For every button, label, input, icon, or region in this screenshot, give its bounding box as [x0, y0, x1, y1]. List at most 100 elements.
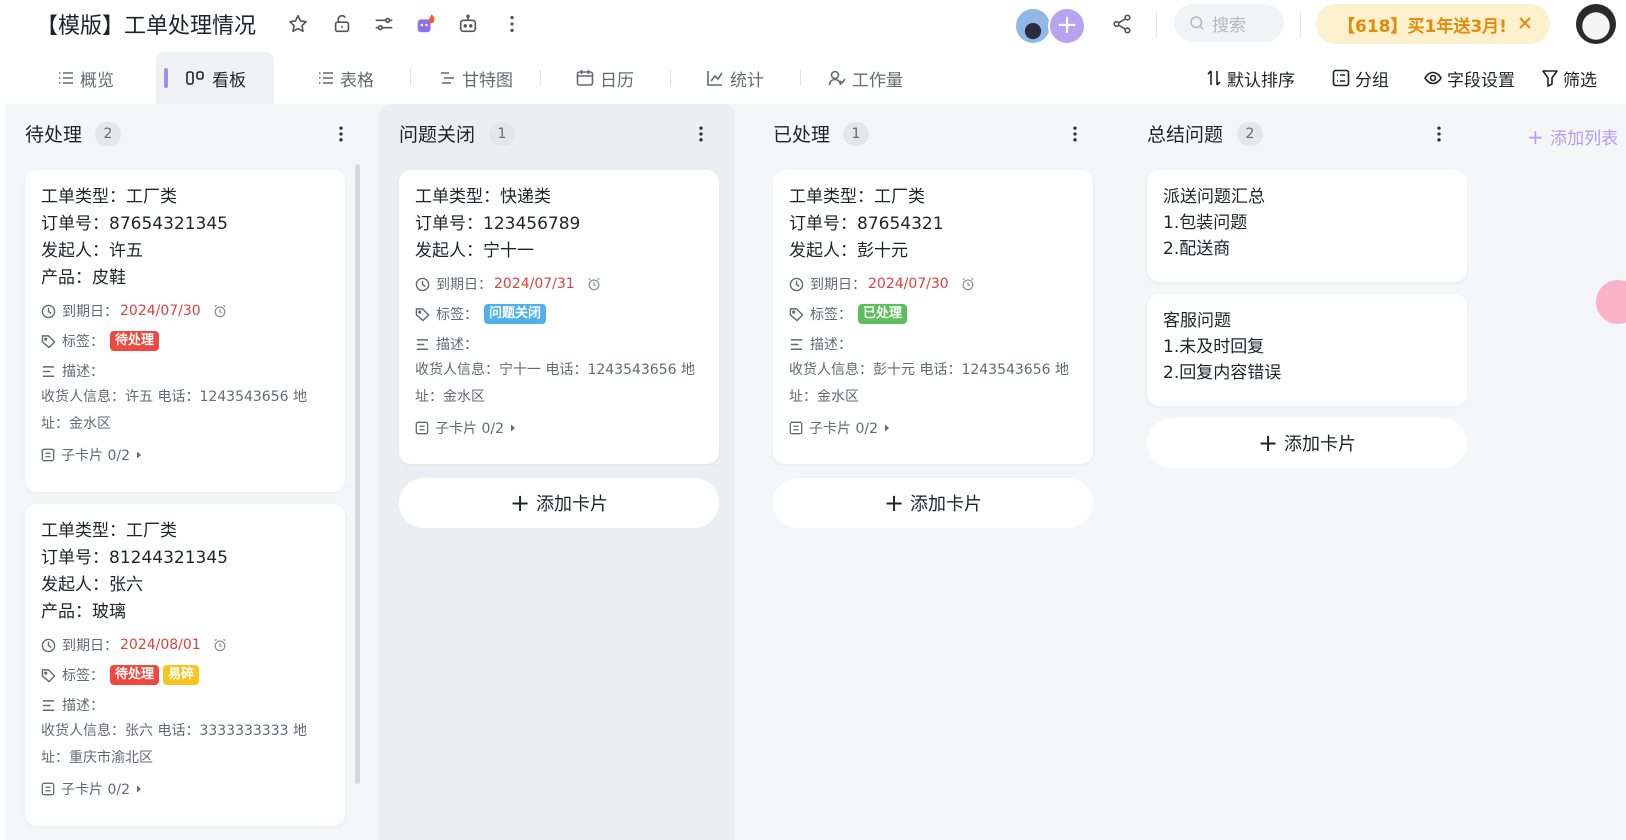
description-text: 收货人信息：张六 电话：3333333333 地 址：重庆市渝北区	[41, 718, 329, 772]
more-vertical-icon[interactable]	[500, 12, 524, 36]
alarm-icon[interactable]	[213, 304, 227, 318]
sort-label: 默认排序	[1227, 70, 1295, 91]
table-icon	[319, 72, 333, 84]
tab-kanban[interactable]: 看板	[156, 52, 274, 104]
tab-calendar[interactable]: 日历	[576, 52, 634, 104]
column-header[interactable]: 总结问题 2	[1127, 116, 1483, 152]
tag-fragile[interactable]: 易碎	[163, 665, 200, 685]
tab-table[interactable]: 表格	[318, 52, 374, 104]
due-date-row: 到期日： 2024/08/01	[41, 634, 329, 656]
more-vertical-icon[interactable]	[329, 122, 353, 146]
group-button[interactable]: 分组	[1332, 52, 1389, 104]
user-avatar[interactable]	[1576, 4, 1616, 44]
divider	[800, 70, 801, 86]
tab-overview[interactable]: 概览	[58, 52, 114, 104]
tag-icon	[41, 668, 56, 682]
tag-closed[interactable]: 问题关闭	[484, 304, 547, 324]
robot-icon[interactable]	[456, 12, 480, 36]
description-label: 描述：	[436, 337, 478, 353]
filter-button[interactable]: 筛选	[1542, 52, 1597, 104]
group-label: 分组	[1355, 70, 1389, 91]
add-card-button[interactable]: + 添加卡片	[1147, 418, 1467, 468]
due-label: 到期日：	[62, 638, 118, 654]
sort-button[interactable]: 默认排序	[1206, 52, 1295, 104]
kanban-column: 问题关闭 1 工单类型：快递类 订单号：123456789 发起人：宁十一 到期…	[379, 104, 735, 840]
subcard-count: 子卡片 0/2	[435, 421, 504, 437]
tag-pending[interactable]: 待处理	[110, 331, 160, 351]
field-settings-button[interactable]: 字段设置	[1424, 52, 1515, 104]
divider	[540, 70, 541, 86]
due-date[interactable]: 2024/08/01	[120, 637, 201, 653]
kanban-card[interactable]: 工单类型：工厂类 订单号：87654321 发起人：彭十元 到期日： 2024/…	[773, 170, 1093, 464]
drag-handle[interactable]	[164, 68, 168, 88]
close-icon[interactable]	[1514, 12, 1536, 34]
star-icon[interactable]	[286, 12, 310, 36]
column-header[interactable]: 已处理 1	[753, 116, 1109, 152]
column-title: 总结问题	[1147, 124, 1224, 146]
add-list-button[interactable]: + 添加列表	[1527, 124, 1618, 149]
clock-icon	[789, 277, 804, 291]
tab-gantt[interactable]: 甘特图	[440, 52, 513, 104]
divider	[1156, 12, 1157, 38]
subcard-icon	[415, 421, 429, 435]
tag-done[interactable]: 已处理	[858, 304, 908, 324]
due-date[interactable]: 2024/07/31	[494, 276, 575, 292]
search-input[interactable]: 搜索	[1174, 4, 1284, 42]
add-card-label: 添加卡片	[910, 494, 983, 515]
tab-workload[interactable]: 工作量	[828, 52, 903, 104]
share-icon[interactable]	[1110, 12, 1134, 36]
alarm-icon[interactable]	[213, 638, 227, 652]
description-line: 址：金水区	[415, 389, 485, 405]
add-card-button[interactable]: + 添加卡片	[773, 478, 1093, 528]
more-vertical-icon[interactable]	[1427, 122, 1451, 146]
kanban-card[interactable]: 派送问题汇总 1.包装问题 2.配送商	[1147, 170, 1467, 282]
caret-right-icon	[510, 424, 515, 432]
sort-icon	[1207, 70, 1221, 86]
column-header[interactable]: 问题关闭 1	[379, 116, 735, 152]
alarm-icon[interactable]	[587, 277, 601, 291]
more-vertical-icon[interactable]	[689, 122, 713, 146]
column-title: 待处理	[25, 124, 83, 146]
plus-icon: +	[1257, 429, 1279, 457]
calendar-icon	[576, 70, 594, 86]
tab-statistics[interactable]: 统计	[706, 52, 764, 104]
kanban-card[interactable]: 客服问题 1.未及时回复 2.回复内容错误	[1147, 294, 1467, 406]
alarm-icon[interactable]	[961, 277, 975, 291]
sliders-icon[interactable]	[372, 12, 396, 36]
collaborator-avatars[interactable]: +	[1014, 7, 1086, 45]
tags-label: 标签：	[810, 307, 852, 323]
promo-banner[interactable]: 【618】买1年送3月!	[1316, 4, 1550, 44]
kanban-card[interactable]: 工单类型：工厂类 订单号：87654321345 发起人：许五 产品：皮鞋 到期…	[25, 170, 345, 492]
tag-pending[interactable]: 待处理	[110, 665, 160, 685]
list-icon	[59, 72, 73, 84]
description-row: 描述：	[789, 333, 1077, 355]
more-vertical-icon[interactable]	[1063, 122, 1087, 146]
app-header: 【模版】工单处理情况 + 搜索 【618】买1年送3月!	[0, 0, 1626, 50]
subcard-toggle[interactable]: 子卡片 0/2	[789, 417, 1077, 439]
tab-label: 日历	[600, 70, 634, 91]
tag-icon	[789, 307, 804, 321]
column-scrollbar[interactable]	[355, 164, 360, 784]
add-collaborator-button[interactable]: +	[1048, 7, 1086, 45]
column-header[interactable]: 待处理 2	[5, 116, 361, 152]
subcard-toggle[interactable]: 子卡片 0/2	[415, 417, 703, 439]
tags-label: 标签：	[436, 307, 478, 323]
description-line: 收货人信息：许五 电话：1243543656 地	[41, 389, 307, 405]
hot-app-icon[interactable]	[414, 12, 438, 36]
due-label: 到期日：	[810, 277, 866, 293]
card-line: 工单类型：工厂类	[789, 187, 925, 207]
add-card-button[interactable]: + 添加卡片	[399, 478, 719, 528]
card-line: 产品：玻璃	[41, 602, 126, 622]
description-line: 址：重庆市渝北区	[41, 750, 153, 766]
column-count: 1	[843, 122, 869, 146]
due-date[interactable]: 2024/07/30	[868, 276, 949, 292]
subcard-toggle[interactable]: 子卡片 0/2	[41, 778, 329, 800]
subcard-toggle[interactable]: 子卡片 0/2	[41, 444, 329, 466]
column-title: 已处理	[773, 124, 831, 146]
due-date[interactable]: 2024/07/30	[120, 303, 201, 319]
collaborator-avatar[interactable]	[1014, 7, 1052, 45]
kanban-card[interactable]: 工单类型：工厂类 订单号：81244321345 发起人：张六 产品：玻璃 到期…	[25, 504, 345, 826]
kanban-card[interactable]: 工单类型：快递类 订单号：123456789 发起人：宁十一 到期日： 2024…	[399, 170, 719, 464]
card-line: 订单号：81244321345	[41, 548, 228, 568]
unlock-icon[interactable]	[330, 12, 354, 36]
